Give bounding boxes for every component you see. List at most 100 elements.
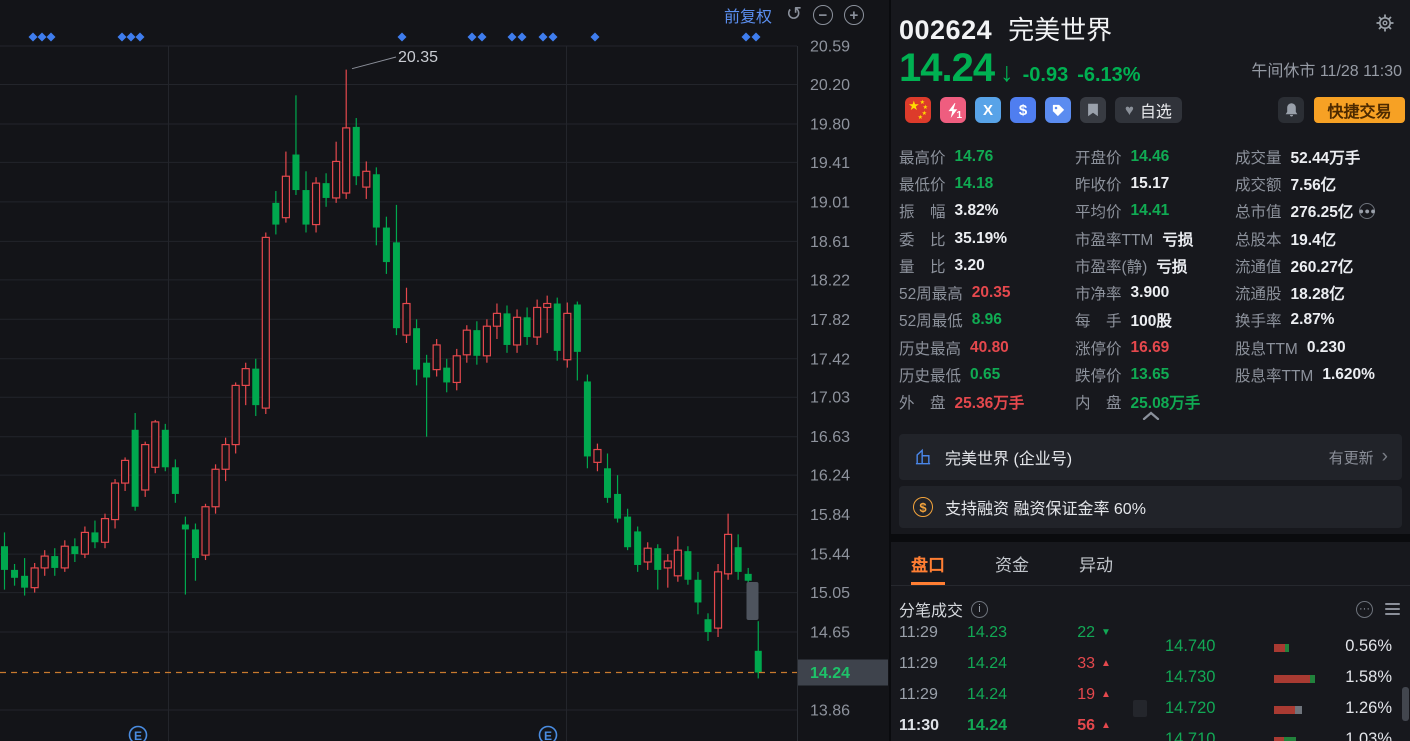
candle-down (574, 304, 581, 351)
event-diamond-icon (127, 33, 136, 42)
svg-text:17.03: 17.03 (810, 390, 850, 407)
list-view-icon[interactable] (1385, 603, 1400, 615)
candle-up (363, 171, 370, 187)
svg-text:20.59: 20.59 (810, 39, 850, 56)
candle-up (41, 556, 48, 568)
kline-chart[interactable]: 20.5920.2019.8019.4119.0118.6118.2217.82… (0, 0, 889, 741)
tick-list-scrollbar[interactable] (1133, 700, 1147, 717)
candle-down (353, 127, 360, 176)
svg-text:15.84: 15.84 (810, 507, 850, 524)
level1-quote-icon[interactable]: 1 (940, 97, 966, 123)
tab-盘口[interactable]: 盘口 (911, 542, 945, 585)
down-arrow-icon: ↓ (1000, 57, 1014, 88)
candle-down (745, 574, 752, 581)
svg-text:17.42: 17.42 (810, 351, 850, 368)
candle-up (594, 450, 601, 463)
svg-text:16.63: 16.63 (810, 429, 850, 446)
candle-down (132, 430, 139, 507)
stat-cell: 成交量52.44万手 (1235, 143, 1406, 170)
candle-down (292, 155, 299, 191)
x-feature-icon[interactable]: X (975, 97, 1001, 123)
svg-text:15.44: 15.44 (810, 547, 850, 564)
svg-text:17.82: 17.82 (810, 312, 850, 329)
candle-up (122, 460, 129, 483)
zoom-out-icon[interactable]: − (813, 5, 833, 25)
stat-cell: 外 盘25.36万手 (899, 389, 1075, 416)
tab-资金[interactable]: 资金 (995, 542, 1029, 585)
volume-bar (1274, 737, 1296, 741)
svg-text:15.05: 15.05 (810, 585, 850, 602)
candle-up (313, 183, 320, 224)
svg-text:19.01: 19.01 (810, 194, 850, 211)
info-icon[interactable]: i (971, 601, 988, 618)
candle-up (644, 548, 651, 562)
collapse-stats-chevron[interactable] (1142, 407, 1160, 425)
candle-down (272, 203, 279, 225)
badge-row: ★ ★ ★ ★ ★ 1 X $ (905, 97, 1182, 123)
dist-row: 14.7301.58% (1131, 663, 1410, 694)
event-diamond-icon (549, 33, 558, 42)
candle-up (433, 345, 440, 370)
stat-cell: 跌停价13.65 (1075, 361, 1235, 388)
forward-adjust-toggle[interactable]: 前复权 (724, 3, 772, 27)
dollar-feature-icon[interactable]: $ (1010, 97, 1036, 123)
quick-trade-button[interactable]: 快捷交易 (1314, 97, 1405, 123)
candle-down (252, 369, 259, 406)
stock-header: 002624 完美世界 (899, 10, 1112, 47)
candle-down (735, 547, 742, 572)
tick-trades-header: 分笔成交 i ··· (891, 594, 1410, 624)
add-watchlist-button[interactable]: ♥ 自选 (1115, 97, 1182, 123)
tick-trade-list[interactable]: 11:2914.2322▼11:2914.2433▲11:2914.2419▲1… (891, 624, 1133, 741)
candle-down (443, 368, 450, 383)
tab-异动[interactable]: 异动 (1079, 542, 1113, 585)
kline-canvas[interactable]: 20.5920.2019.8019.4119.0118.6118.2217.82… (0, 0, 889, 741)
more-options-icon[interactable]: ··· (1356, 601, 1373, 618)
stat-cell: 市盈率(静)亏损 (1075, 252, 1235, 279)
price-distribution-list[interactable]: 14.7400.56%14.7301.58%14.7201.26%14.7101… (1131, 632, 1410, 741)
svg-text:E: E (134, 729, 142, 741)
candle-up (493, 313, 500, 326)
candle-up (534, 307, 541, 337)
stat-cell: 涨停价16.69 (1075, 334, 1235, 361)
panel-scrollbar[interactable] (1402, 687, 1409, 721)
candle-up (142, 445, 149, 490)
candle-down (524, 317, 531, 337)
volume-bar (1274, 675, 1315, 683)
bookmark-icon[interactable] (1080, 97, 1106, 123)
alert-bell-button[interactable] (1278, 97, 1304, 123)
event-diamond-icon (398, 33, 407, 42)
dist-row: 14.7201.26% (1131, 694, 1410, 725)
candle-up (343, 128, 350, 193)
candle-up (282, 176, 289, 217)
svg-text:16.24: 16.24 (810, 468, 850, 485)
reset-zoom-icon[interactable]: ↺ (786, 5, 802, 25)
candle-up (664, 561, 671, 568)
candle-down (423, 363, 430, 378)
tick-row: 11:3014.2456▲ (891, 710, 1133, 741)
enterprise-account-card[interactable]: 完美世界 (企业号) 有更新 › (899, 434, 1402, 480)
tick-row: 11:2914.2419▲ (891, 679, 1133, 710)
svg-text:E: E (544, 729, 552, 741)
event-diamond-icon (539, 33, 548, 42)
cn-market-flag-icon: ★ ★ ★ ★ ★ (905, 97, 931, 123)
stat-cell: 流通股18.28亿 (1235, 279, 1406, 306)
stats-grid: 最高价14.76开盘价14.46成交量52.44万手最低价14.18昨收价15.… (899, 143, 1406, 416)
market-cap-more-icon[interactable]: ●●● (1359, 203, 1375, 219)
tag-icon[interactable] (1045, 97, 1071, 123)
candle-down (172, 467, 179, 494)
up-triangle-icon: ▲ (1101, 689, 1111, 700)
last-price: 14.24 (899, 46, 994, 91)
stock-code: 002624 (899, 15, 992, 46)
event-diamond-icon (508, 33, 517, 42)
chart-toolbar: 前复权 ↺ − + (724, 3, 864, 27)
candle-up (61, 546, 68, 568)
up-triangle-icon: ▲ (1101, 720, 1111, 731)
candle-down (51, 556, 58, 568)
candle-up (81, 532, 88, 554)
stat-cell: 流通值260.27亿 (1235, 252, 1406, 279)
tick-row: 11:2914.2322▼ (891, 624, 1133, 648)
gear-icon[interactable] (1376, 14, 1394, 37)
margin-trading-card[interactable]: $ 支持融资 融资保证金率 60% (899, 486, 1402, 528)
candle-down (473, 330, 480, 356)
zoom-in-icon[interactable]: + (844, 5, 864, 25)
